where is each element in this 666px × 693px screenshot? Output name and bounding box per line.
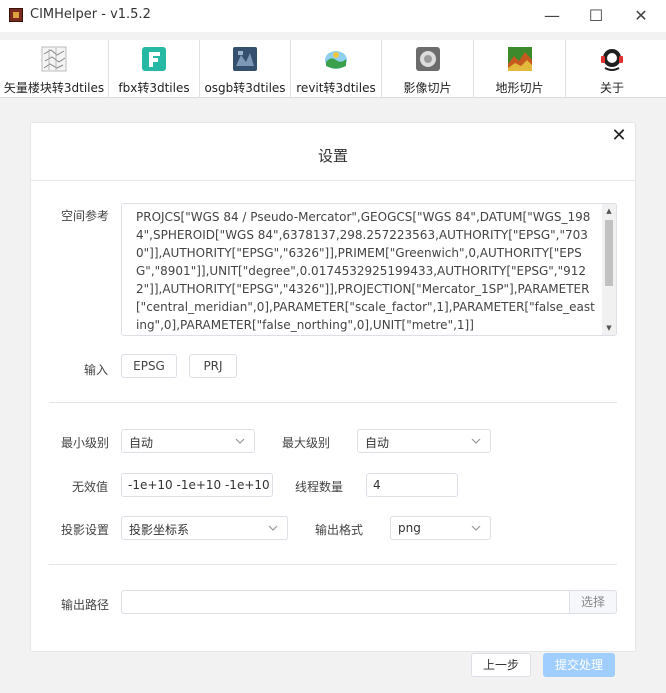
max-level-label: 最大级别 bbox=[282, 436, 331, 450]
tool-label: 矢量楼块转3dtiles bbox=[3, 81, 105, 95]
tool-label: fbx转3dtiles bbox=[118, 81, 190, 95]
revit-icon bbox=[325, 51, 347, 69]
tool-osgb[interactable]: osgb转3dtiles bbox=[200, 40, 291, 98]
tool-label: osgb转3dtiles bbox=[204, 81, 286, 95]
threads-input[interactable]: 4 bbox=[366, 473, 458, 497]
threads-value: 4 bbox=[373, 478, 381, 492]
tool-revit[interactable]: revit转3dtiles bbox=[291, 40, 382, 98]
settings-dialog: 设置 ✕ 空间参考 PROJCS["WGS 84 / Pseudo-Mercat… bbox=[30, 122, 636, 652]
section-divider bbox=[49, 564, 617, 565]
output-format-select[interactable]: png bbox=[390, 516, 491, 540]
chevron-down-icon bbox=[268, 525, 278, 531]
tool-fbx[interactable]: fbx转3dtiles bbox=[109, 40, 200, 98]
min-level-select[interactable]: 自动 bbox=[121, 429, 255, 453]
back-button[interactable]: 上一步 bbox=[471, 653, 531, 677]
title-bar: CIMHelper - v1.5.2 — ☐ ✕ bbox=[0, 0, 666, 32]
output-format-label: 输出格式 bbox=[315, 523, 364, 537]
tool-about[interactable]: 关于 bbox=[566, 40, 658, 98]
min-level-label: 最小级别 bbox=[61, 436, 110, 450]
chevron-down-icon bbox=[235, 438, 245, 444]
maximize-button[interactable]: ☐ bbox=[582, 4, 610, 28]
tool-label: 影像切片 bbox=[403, 81, 452, 95]
window-title: CIMHelper - v1.5.2 bbox=[30, 7, 151, 22]
max-level-select[interactable]: 自动 bbox=[357, 429, 491, 453]
vector-building-icon bbox=[41, 46, 67, 72]
nodata-value: -1e+10 -1e+10 -1e+10 -1e+10 bbox=[128, 478, 272, 492]
threads-label: 线程数量 bbox=[295, 480, 344, 494]
osgb-icon bbox=[233, 47, 257, 71]
tool-vector-building[interactable]: 矢量楼块转3dtiles bbox=[0, 40, 109, 98]
tool-imagery-tile[interactable]: 影像切片 bbox=[382, 40, 474, 98]
prj-button[interactable]: PRJ bbox=[189, 354, 237, 378]
choose-path-button[interactable]: 选择 bbox=[569, 590, 617, 614]
close-window-button[interactable]: ✕ bbox=[627, 4, 655, 28]
spatial-ref-text: PROJCS["WGS 84 / Pseudo-Mercator",GEOGCS… bbox=[136, 210, 595, 332]
output-path-input[interactable] bbox=[121, 590, 569, 614]
scroll-up-icon[interactable]: ▲ bbox=[602, 204, 616, 218]
nodata-label: 无效值 bbox=[72, 480, 109, 494]
imagery-tile-icon bbox=[415, 47, 440, 71]
tool-label: 地形切片 bbox=[495, 81, 544, 95]
submit-button[interactable]: 提交处理 bbox=[543, 653, 615, 677]
scroll-down-icon[interactable]: ▼ bbox=[602, 321, 616, 335]
max-level-value: 自动 bbox=[365, 436, 390, 450]
toolbar: 矢量楼块转3dtiles fbx转3dtiles osgb转3dtiles re… bbox=[0, 40, 666, 98]
dialog-title: 设置 bbox=[317, 147, 348, 165]
app-logo-icon bbox=[9, 8, 23, 22]
tool-label: revit转3dtiles bbox=[296, 81, 376, 95]
epsg-button[interactable]: EPSG bbox=[121, 354, 177, 378]
scroll-thumb[interactable] bbox=[605, 220, 613, 286]
tool-terrain-tile[interactable]: 地形切片 bbox=[474, 40, 566, 98]
terrain-tile-icon bbox=[507, 47, 532, 71]
spatial-ref-label: 空间参考 bbox=[61, 209, 110, 223]
fbx-icon bbox=[142, 47, 166, 71]
min-level-value: 自动 bbox=[129, 436, 154, 450]
output-format-value: png bbox=[398, 521, 421, 535]
support-icon bbox=[601, 49, 623, 71]
chevron-down-icon bbox=[471, 525, 481, 531]
input-label: 输入 bbox=[84, 363, 109, 377]
minimize-button[interactable]: — bbox=[538, 4, 566, 28]
projection-select[interactable]: 投影坐标系 bbox=[121, 516, 288, 540]
section-divider bbox=[49, 402, 617, 403]
chevron-down-icon bbox=[471, 438, 481, 444]
output-path-label: 输出路径 bbox=[61, 598, 110, 612]
projection-value: 投影坐标系 bbox=[129, 523, 190, 537]
nodata-input[interactable]: -1e+10 -1e+10 -1e+10 -1e+10 bbox=[121, 473, 273, 497]
dialog-close-button[interactable]: ✕ bbox=[609, 125, 629, 147]
tool-label: 关于 bbox=[599, 81, 624, 95]
dialog-header-divider bbox=[31, 180, 635, 181]
projection-label: 投影设置 bbox=[61, 523, 110, 537]
spatial-ref-scrollbar[interactable]: ▲ ▼ bbox=[602, 204, 616, 335]
spatial-ref-textarea[interactable]: PROJCS["WGS 84 / Pseudo-Mercator",GEOGCS… bbox=[121, 203, 617, 336]
